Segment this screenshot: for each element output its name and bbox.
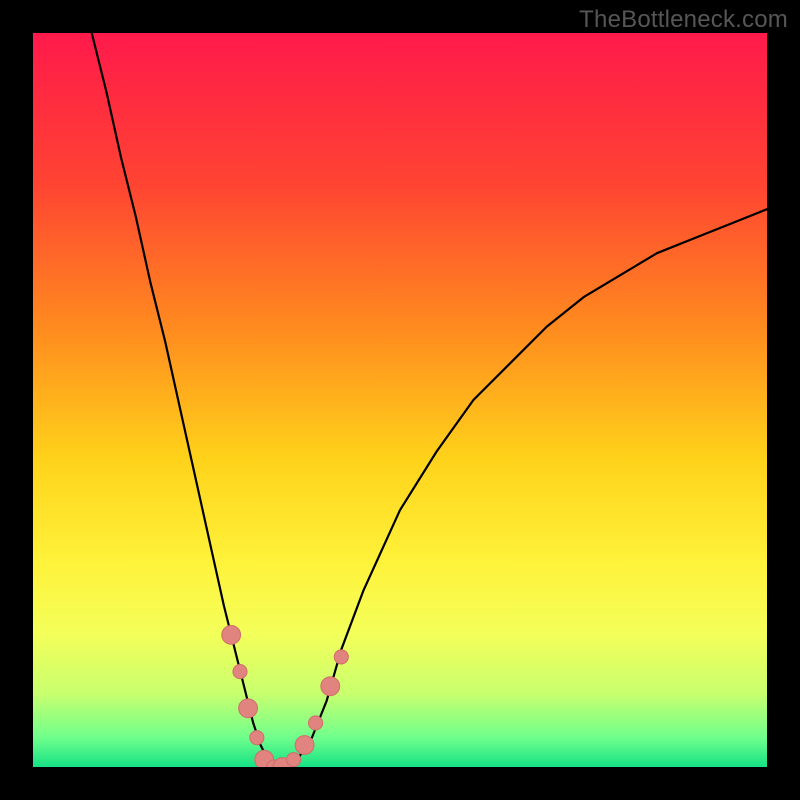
curve-marker [222, 625, 241, 644]
watermark-label: TheBottleneck.com [579, 6, 788, 34]
curve-marker [233, 665, 247, 679]
curve-marker [239, 699, 258, 718]
curve-marker [250, 731, 264, 745]
plot-background [33, 33, 767, 767]
bottleneck-chart [0, 0, 800, 800]
chart-frame: TheBottleneck.com [0, 0, 800, 800]
curve-marker [309, 716, 323, 730]
curve-marker [321, 677, 340, 696]
curve-marker [295, 736, 314, 755]
curve-marker [287, 753, 301, 767]
curve-marker [334, 650, 348, 664]
